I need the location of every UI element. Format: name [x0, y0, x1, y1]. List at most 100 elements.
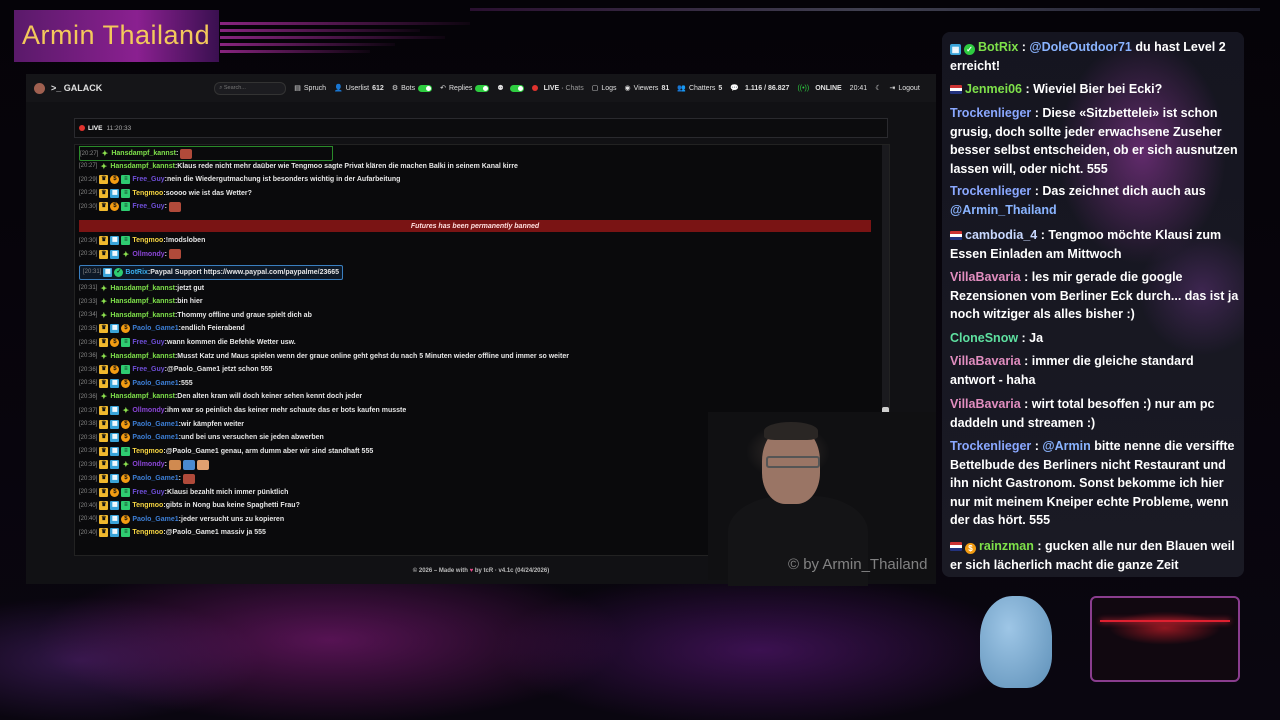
chat-row: [20:39] ♛ ▦ ✦ Ollmondy: — [79, 458, 209, 471]
chat-message-text: endlich Feierabend — [181, 325, 245, 333]
chat-username[interactable]: Free_Guy — [132, 339, 164, 346]
footer-right: by tcR · v4.1c (04/24/2026) — [474, 568, 550, 574]
nav-viewers[interactable]: ◉ Viewers 81 — [625, 84, 670, 93]
nav-messages[interactable]: 💬 1.116 / 86.827 — [730, 84, 789, 93]
chat-username[interactable]: Tengmoo — [132, 237, 163, 244]
crown-badge-icon: ♛ — [99, 460, 109, 470]
nav-bots[interactable]: ⚙ Bots — [391, 84, 433, 92]
separator: : — [164, 250, 167, 258]
overlay-chat-message: VillaBavaria : wirt total besoffen :) nu… — [950, 397, 1215, 430]
chat-username[interactable]: Hansdampf_kannst — [110, 312, 175, 319]
overlay-chat-message: Trockenlieger : @Armin bitte nenne die v… — [950, 439, 1235, 527]
extra-toggle[interactable] — [509, 84, 524, 92]
chat-message-text: wann kommen die Befehle Wetter usw. — [167, 339, 296, 346]
chat-username[interactable]: Free_Guy — [132, 203, 164, 210]
chat-username[interactable]: Tengmoo — [132, 529, 163, 536]
separator: : — [175, 150, 179, 157]
chat-username[interactable]: Paolo_Game1 — [132, 380, 178, 387]
nav-live[interactable]: LIVE · Chats — [531, 85, 584, 92]
nav-spruch[interactable]: ▤ Spruch — [294, 84, 326, 93]
chat-message-text: @Paolo_Game1 jetzt schon 555 — [167, 366, 273, 374]
crown-badge-icon: ♛ — [99, 419, 109, 429]
brand[interactable]: >_ GALACK — [34, 82, 102, 94]
logout-button[interactable]: ⇥ Logout — [889, 84, 919, 93]
overlay-chat-message: VillaBavaria : immer die gleiche standar… — [950, 354, 1194, 387]
pass-badge-icon: ▦ — [110, 433, 120, 443]
pass-badge-icon: ▦ — [110, 460, 120, 470]
chat-row: [20:31] ✦ Hansdampf_kannst: jetzt gut — [79, 282, 204, 295]
crown-badge-icon: ♛ — [99, 236, 109, 245]
nav-logs[interactable]: ▢ Logs — [592, 84, 617, 93]
users-icon: 👥 — [677, 85, 686, 92]
chat-row: [20:40] ♛ ▦ $ Paolo_Game1: jeder versucht un… — [79, 513, 284, 526]
chat-username[interactable]: Paolo_Game1 — [132, 421, 178, 428]
search-input[interactable]: ⌕ Search... — [214, 81, 287, 95]
star-badge-icon: ✦ — [100, 161, 108, 171]
sub-badge-icon: ≡ — [121, 202, 131, 212]
chat-row: [20:39] ♛ $ ≡ Free_Guy: Klausi bezahlt mich … — [79, 486, 288, 499]
crown-badge-icon: ♛ — [99, 487, 109, 497]
chat-message-text: @Paolo_Game1 genau, arm dumm aber wir si… — [165, 447, 374, 455]
chat-username[interactable]: Hansdampf_kannst — [111, 150, 176, 157]
chat-username[interactable]: Ollmondy — [132, 251, 164, 258]
chat-username[interactable]: Paolo_Game1 — [132, 516, 178, 523]
overlay-chat-message: VillaBavaria : les mir gerade die google… — [950, 270, 1239, 321]
chat-username[interactable]: Ollmondy — [132, 407, 164, 414]
verified-badge-icon: ✓ — [114, 267, 124, 277]
crown-badge-icon: ♛ — [99, 514, 109, 524]
star-badge-icon: ✦ — [100, 392, 108, 402]
chat-username[interactable]: Free_Guy — [132, 489, 164, 496]
separator: : — [178, 475, 182, 482]
crown-badge-icon: ♛ — [99, 338, 109, 347]
chat-username[interactable]: Hansdampf_kannst — [110, 393, 175, 400]
chat-row: [20:36] ♛ $ ≡ Free_Guy: wann kommen die Befe… — [79, 336, 296, 349]
chat-username[interactable]: Paolo_Game1 — [132, 434, 178, 441]
crown-badge-icon: ♛ — [99, 501, 109, 511]
chat-username[interactable]: Hansdampf_kannst — [110, 285, 175, 292]
chat-message-text: ihm war so peinlich das keiner mehr scha… — [166, 407, 407, 414]
mention: @Armin_Thailand — [950, 202, 1057, 217]
chat-username[interactable]: Paolo_Game1 — [132, 475, 178, 482]
timestamp: [20:39] — [79, 489, 98, 496]
chat-username[interactable]: Hansdampf_kannst — [110, 298, 175, 305]
emote-icon — [168, 249, 181, 260]
timestamp: [20:40] — [79, 529, 98, 536]
pass-badge-icon: ▦ — [110, 378, 120, 388]
bots-toggle[interactable] — [418, 84, 433, 92]
sub-badge-icon: ≡ — [121, 175, 131, 185]
theme-toggle[interactable]: ☾ — [875, 84, 881, 92]
chat-username[interactable]: BotRix — [125, 269, 148, 276]
bot-icon: ⚙ — [391, 85, 399, 92]
chat-message-text: Klausi bezahlt mich immer pünktlich — [167, 488, 289, 496]
overlay-username: Jenmei06 — [965, 82, 1022, 96]
nav-chatters[interactable]: 👥 Chatters 5 — [677, 84, 722, 93]
chat-username[interactable]: Free_Guy — [132, 366, 164, 373]
message-icon: 💬 — [730, 85, 740, 92]
chat-username[interactable]: Ollmondy — [132, 461, 164, 468]
nav-replies[interactable]: ↶ Replies — [440, 84, 490, 92]
chat-username[interactable]: Tengmoo — [132, 190, 163, 197]
overlay-chat-message: $ rainzman : gucken alle nur den Blauen w… — [950, 539, 1235, 572]
pass-badge-icon: ▦ — [110, 188, 120, 198]
replies-toggle[interactable] — [475, 84, 490, 92]
chat-username[interactable]: Hansdampf_kannst — [110, 163, 175, 170]
chat-message-text: jetzt gut — [177, 284, 205, 292]
chat-username[interactable]: Tengmoo — [132, 448, 163, 455]
stream-chat-overlay: ▦ ✓ BotRix : @DoleOutdoor71 du hast Level … — [942, 32, 1244, 577]
timestamp: [20:27] — [80, 150, 99, 157]
nav-extra-toggle[interactable]: ⚉ — [497, 84, 524, 92]
timestamp: [20:31] — [79, 285, 98, 292]
nav-replies-label: Replies — [449, 84, 473, 92]
nav-userlist[interactable]: 👤 Userlist 612 — [334, 84, 384, 93]
chat-username[interactable]: Paolo_Game1 — [132, 325, 178, 332]
coin-badge-icon: $ — [110, 202, 120, 212]
timestamp: [20:37] — [79, 407, 98, 414]
chat-message-text: !modsloben — [165, 237, 206, 244]
crown-badge-icon: ♛ — [99, 378, 109, 388]
chat-username[interactable]: Hansdampf_kannst — [110, 353, 175, 360]
chat-username[interactable]: Free_Guy — [132, 176, 164, 183]
userlist-count: 612 — [372, 84, 384, 92]
chat-message-text: Musst Katz und Maus spielen wenn der gra… — [177, 352, 569, 360]
timestamp: [20:33] — [79, 298, 98, 305]
chat-username[interactable]: Tengmoo — [132, 502, 163, 509]
